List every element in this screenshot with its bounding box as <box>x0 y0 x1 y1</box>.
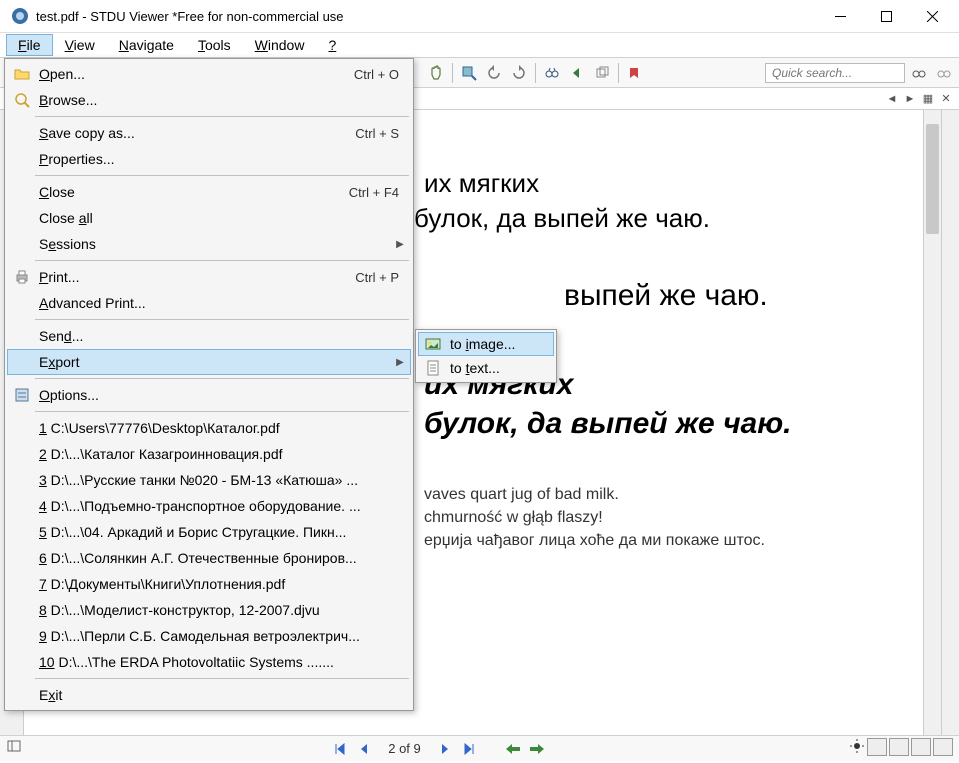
menu-save-copy[interactable]: Save copy as...Ctrl + S <box>7 120 411 146</box>
hand-tool-icon[interactable] <box>425 62 447 84</box>
menu-separator <box>35 378 409 379</box>
menu-recent-file[interactable]: 9 D:\...\Перли С.Б. Самодельная ветроэле… <box>7 623 411 649</box>
menu-help[interactable]: ? <box>316 34 348 56</box>
brightness-icon[interactable] <box>849 738 865 759</box>
view-continuous-icon[interactable] <box>889 738 909 756</box>
tab-close-icon[interactable]: ✕ <box>939 92 953 106</box>
window-title: test.pdf - STDU Viewer *Free for non-com… <box>36 9 817 24</box>
binoculars-icon[interactable] <box>541 62 563 84</box>
zoom-region-icon[interactable] <box>458 62 480 84</box>
find-forward-icon[interactable] <box>591 62 613 84</box>
menu-window[interactable]: Window <box>243 34 317 56</box>
menu-recent-file[interactable]: 2 D:\...\Каталог Казагроинновация.pdf <box>7 441 411 467</box>
prev-page-icon[interactable] <box>356 741 372 757</box>
print-icon <box>11 269 33 285</box>
menu-separator <box>35 260 409 261</box>
titlebar: test.pdf - STDU Viewer *Free for non-com… <box>0 0 959 32</box>
scrollbar-thumb[interactable] <box>926 124 939 234</box>
menu-recent-file[interactable]: 6 D:\...\Солянкин А.Г. Отечественные бро… <box>7 545 411 571</box>
menu-separator <box>35 411 409 412</box>
menu-exit[interactable]: Exit <box>7 682 411 708</box>
export-submenu: to image... to text... <box>415 329 557 383</box>
menu-recent-file[interactable]: 10 D:\...\The ERDA Photovoltatiic System… <box>7 649 411 675</box>
menu-close[interactable]: CloseCtrl + F4 <box>7 179 411 205</box>
find-back-icon[interactable] <box>566 62 588 84</box>
menu-recent-file[interactable]: 5 D:\...\04. Аркадий и Борис Стругацкие.… <box>7 519 411 545</box>
browse-icon <box>11 92 33 108</box>
app-icon <box>10 6 30 26</box>
menu-properties[interactable]: Properties... <box>7 146 411 172</box>
menu-view[interactable]: View <box>53 34 107 56</box>
menu-file[interactable]: File <box>6 34 53 56</box>
maximize-button[interactable] <box>863 1 909 31</box>
menu-recent-file[interactable]: 8 D:\...\Моделист-конструктор, 12-2007.d… <box>7 597 411 623</box>
image-icon <box>422 336 444 352</box>
text-file-icon <box>422 360 444 376</box>
nav-back-icon[interactable] <box>505 741 521 757</box>
folder-open-icon <box>11 66 33 82</box>
statusbar: 2 of 9 <box>0 735 959 761</box>
menu-advanced-print[interactable]: Advanced Print... <box>7 290 411 316</box>
rotate-right-icon[interactable] <box>508 62 530 84</box>
menu-recent-file[interactable]: 3 D:\...\Русские танки №020 - БМ-13 «Кат… <box>7 467 411 493</box>
menu-recent-file[interactable]: 1 C:\Users\77776\Desktop\Каталог.pdf <box>7 415 411 441</box>
menu-separator <box>35 319 409 320</box>
menu-export[interactable]: Export▶ <box>7 349 411 375</box>
view-facing-icon[interactable] <box>911 738 931 756</box>
menu-separator <box>35 116 409 117</box>
toolbar-separator <box>452 63 453 83</box>
tab-next-icon[interactable]: ► <box>903 92 917 106</box>
menu-print[interactable]: Print...Ctrl + P <box>7 264 411 290</box>
menu-open[interactable]: Open... Ctrl + O <box>7 61 411 87</box>
menu-recent-file[interactable]: 4 D:\...\Подъемно-транспортное оборудова… <box>7 493 411 519</box>
menu-send[interactable]: Send... <box>7 323 411 349</box>
page-indicator: 2 of 9 <box>380 741 429 756</box>
nav-forward-icon[interactable] <box>529 741 545 757</box>
tab-grid-icon[interactable]: ▦ <box>921 92 935 106</box>
menu-browse[interactable]: Browse... <box>7 87 411 113</box>
menu-sessions[interactable]: Sessions▶ <box>7 231 411 257</box>
vertical-scrollbar[interactable] <box>923 110 941 735</box>
options-icon <box>11 387 33 403</box>
next-page-icon[interactable] <box>437 741 453 757</box>
menu-navigate[interactable]: Navigate <box>107 34 186 56</box>
search-next-icon[interactable] <box>933 62 955 84</box>
menu-separator <box>35 678 409 679</box>
rotate-left-icon[interactable] <box>483 62 505 84</box>
submenu-to-text[interactable]: to text... <box>418 356 554 380</box>
tab-prev-icon[interactable]: ◄ <box>885 92 899 106</box>
view-facing-continuous-icon[interactable] <box>933 738 953 756</box>
menu-recent-file[interactable]: 7 D:\Документы\Книги\Уплотнения.pdf <box>7 571 411 597</box>
first-page-icon[interactable] <box>332 741 348 757</box>
minimize-button[interactable] <box>817 1 863 31</box>
right-strip <box>941 110 959 735</box>
status-left-icon[interactable] <box>6 738 28 759</box>
last-page-icon[interactable] <box>461 741 477 757</box>
menubar: File View Navigate Tools Window ? <box>0 32 959 58</box>
menu-tools[interactable]: Tools <box>186 34 243 56</box>
search-input[interactable] <box>765 63 905 83</box>
close-button[interactable] <box>909 1 955 31</box>
toolbar-separator <box>618 63 619 83</box>
search-icon[interactable] <box>908 62 930 84</box>
file-menu-dropdown: Open... Ctrl + O Browse... Save copy as.… <box>4 58 414 711</box>
bookmark-icon[interactable] <box>624 62 646 84</box>
menu-separator <box>35 175 409 176</box>
menu-close-all[interactable]: Close all <box>7 205 411 231</box>
view-single-icon[interactable] <box>867 738 887 756</box>
submenu-to-image[interactable]: to image... <box>418 332 554 356</box>
toolbar-separator <box>535 63 536 83</box>
menu-options[interactable]: Options... <box>7 382 411 408</box>
